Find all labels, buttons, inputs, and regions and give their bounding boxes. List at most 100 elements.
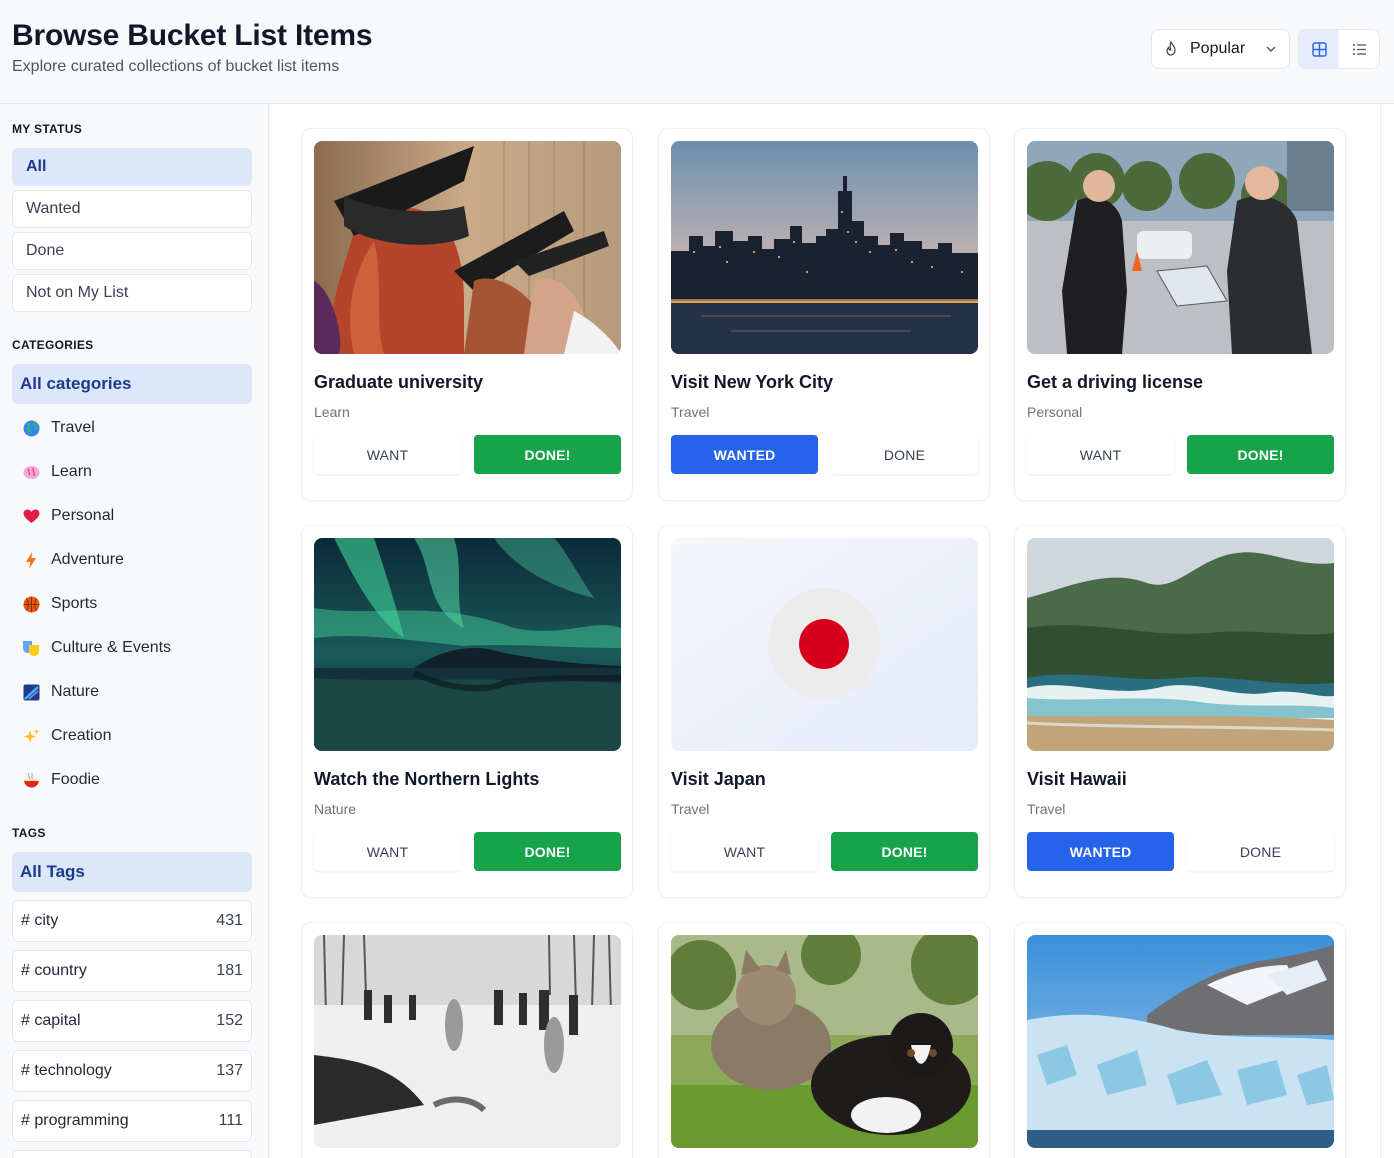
tag-country[interactable]: # country 181 bbox=[12, 950, 252, 992]
tag-technology[interactable]: # technology 137 bbox=[12, 1050, 252, 1092]
category-sports[interactable]: Sports bbox=[12, 586, 252, 622]
category-creation[interactable]: Creation bbox=[12, 718, 252, 754]
category-travel[interactable]: Travel bbox=[12, 410, 252, 446]
card-category: Travel bbox=[1027, 801, 1066, 817]
category-nature[interactable]: Nature bbox=[12, 674, 252, 710]
done-button[interactable]: DONE bbox=[1187, 832, 1334, 871]
category-adventure[interactable]: Adventure bbox=[12, 542, 252, 578]
page-header: Browse Bucket List Items Explore curated… bbox=[0, 0, 1394, 104]
scrollbar[interactable] bbox=[1380, 104, 1394, 1158]
card-image-winter-swim[interactable] bbox=[314, 935, 621, 1148]
flame-icon bbox=[1166, 41, 1176, 56]
bucket-card bbox=[658, 922, 990, 1158]
tag-capital[interactable]: # capital 152 bbox=[12, 1000, 252, 1042]
status-all-button[interactable]: All bbox=[12, 148, 252, 186]
noodle-bowl-icon bbox=[22, 771, 40, 789]
tag-count: 181 bbox=[216, 962, 243, 979]
category-label: Creation bbox=[51, 727, 112, 744]
list-view-button[interactable] bbox=[1339, 30, 1379, 68]
category-label: Learn bbox=[51, 463, 92, 480]
tags-heading: TAGS bbox=[12, 826, 46, 840]
tag-count: 137 bbox=[216, 1062, 243, 1079]
card-image-japan[interactable] bbox=[671, 538, 978, 751]
tag-count: 431 bbox=[216, 912, 243, 929]
tag-all[interactable]: All Tags bbox=[12, 852, 252, 892]
card-image-graduation[interactable] bbox=[314, 141, 621, 354]
basketball-icon bbox=[22, 595, 40, 613]
want-button[interactable]: WANT bbox=[671, 832, 818, 871]
category-label: Travel bbox=[51, 419, 95, 436]
chevron-down-icon bbox=[1266, 46, 1276, 52]
tag-label: # city bbox=[21, 912, 59, 929]
category-personal[interactable]: Personal bbox=[12, 498, 252, 534]
list-icon bbox=[1352, 43, 1366, 55]
done-button[interactable]: DONE! bbox=[474, 832, 621, 871]
bucket-card: Visit New York City Travel WANTED DONE bbox=[658, 128, 990, 501]
card-category: Travel bbox=[671, 404, 710, 420]
card-category: Personal bbox=[1027, 404, 1083, 420]
done-button[interactable]: DONE! bbox=[831, 832, 978, 871]
bucket-card: Graduate university Learn WANT DONE! bbox=[301, 128, 633, 501]
status-done-button[interactable]: Done bbox=[12, 232, 252, 270]
bucket-card bbox=[301, 922, 633, 1158]
card-title: Visit New York City bbox=[671, 372, 834, 392]
status-not-on-list-button[interactable]: Not on My List bbox=[12, 274, 252, 312]
category-label: Adventure bbox=[51, 551, 124, 568]
lightning-icon bbox=[22, 551, 40, 569]
sort-select-value: Popular bbox=[1190, 40, 1246, 57]
category-culture-events[interactable]: Culture & Events bbox=[12, 630, 252, 666]
card-title: Visit Hawaii bbox=[1027, 769, 1127, 789]
tag-city[interactable]: # city 431 bbox=[12, 900, 252, 942]
categories-heading: CATEGORIES bbox=[12, 338, 94, 352]
wanted-button[interactable]: WANTED bbox=[1027, 832, 1174, 871]
card-grid: Graduate university Learn WANT DONE! Vis… bbox=[270, 104, 1380, 1158]
wanted-button[interactable]: WANTED bbox=[671, 435, 818, 474]
category-label: Nature bbox=[51, 683, 100, 700]
view-toggle bbox=[1298, 29, 1380, 69]
bucket-card: Watch the Northern Lights Nature WANT DO… bbox=[301, 525, 633, 898]
want-button[interactable]: WANT bbox=[314, 832, 461, 871]
bucket-card: Visit Hawaii Travel WANTED DONE bbox=[1014, 525, 1346, 898]
brain-icon bbox=[22, 463, 40, 481]
card-category: Learn bbox=[314, 404, 350, 420]
category-foodie[interactable]: Foodie bbox=[12, 762, 252, 798]
done-button[interactable]: DONE! bbox=[1187, 435, 1334, 474]
page-subtitle: Explore curated collections of bucket li… bbox=[12, 58, 340, 75]
want-button[interactable]: WANT bbox=[314, 435, 461, 474]
tag-label: # technology bbox=[21, 1062, 112, 1079]
status-heading: MY STATUS bbox=[12, 122, 83, 136]
grid-icon bbox=[1311, 41, 1327, 57]
bucket-card bbox=[1014, 922, 1346, 1158]
tag-label: # country bbox=[21, 962, 87, 979]
category-learn[interactable]: Learn bbox=[12, 454, 252, 490]
category-label: Culture & Events bbox=[51, 639, 172, 656]
bucket-card: Get a driving license Personal WANT DONE… bbox=[1014, 128, 1346, 501]
card-category: Travel bbox=[671, 801, 710, 817]
card-image-nyc[interactable] bbox=[671, 141, 978, 354]
tag-programming[interactable]: # programming 111 bbox=[12, 1100, 252, 1142]
card-image-glacier[interactable] bbox=[1027, 935, 1334, 1148]
card-title: Graduate university bbox=[314, 372, 484, 392]
grid-view-button[interactable] bbox=[1299, 30, 1339, 68]
done-button[interactable]: DONE bbox=[831, 435, 978, 474]
card-image-cat-dog[interactable] bbox=[671, 935, 978, 1148]
category-label: Foodie bbox=[51, 771, 100, 788]
card-image-driving[interactable] bbox=[1027, 141, 1334, 354]
heart-icon bbox=[22, 507, 40, 525]
card-title: Get a driving license bbox=[1027, 372, 1204, 392]
card-image-aurora[interactable] bbox=[314, 538, 621, 751]
category-all[interactable]: All categories bbox=[12, 364, 252, 404]
want-button[interactable]: WANT bbox=[1027, 435, 1174, 474]
card-image-hawaii[interactable] bbox=[1027, 538, 1334, 751]
category-label: Sports bbox=[51, 595, 98, 612]
theater-masks-icon bbox=[22, 639, 40, 657]
sort-select[interactable]: Popular bbox=[1151, 29, 1290, 69]
tag-label: # programming bbox=[21, 1112, 129, 1129]
page-title: Browse Bucket List Items bbox=[12, 19, 373, 52]
tag-count: 152 bbox=[216, 1012, 243, 1029]
status-wanted-button[interactable]: Wanted bbox=[12, 190, 252, 228]
tag-label: # capital bbox=[21, 1012, 81, 1029]
tag-partial[interactable] bbox=[12, 1150, 252, 1158]
done-button[interactable]: DONE! bbox=[474, 435, 621, 474]
card-category: Nature bbox=[314, 801, 357, 817]
